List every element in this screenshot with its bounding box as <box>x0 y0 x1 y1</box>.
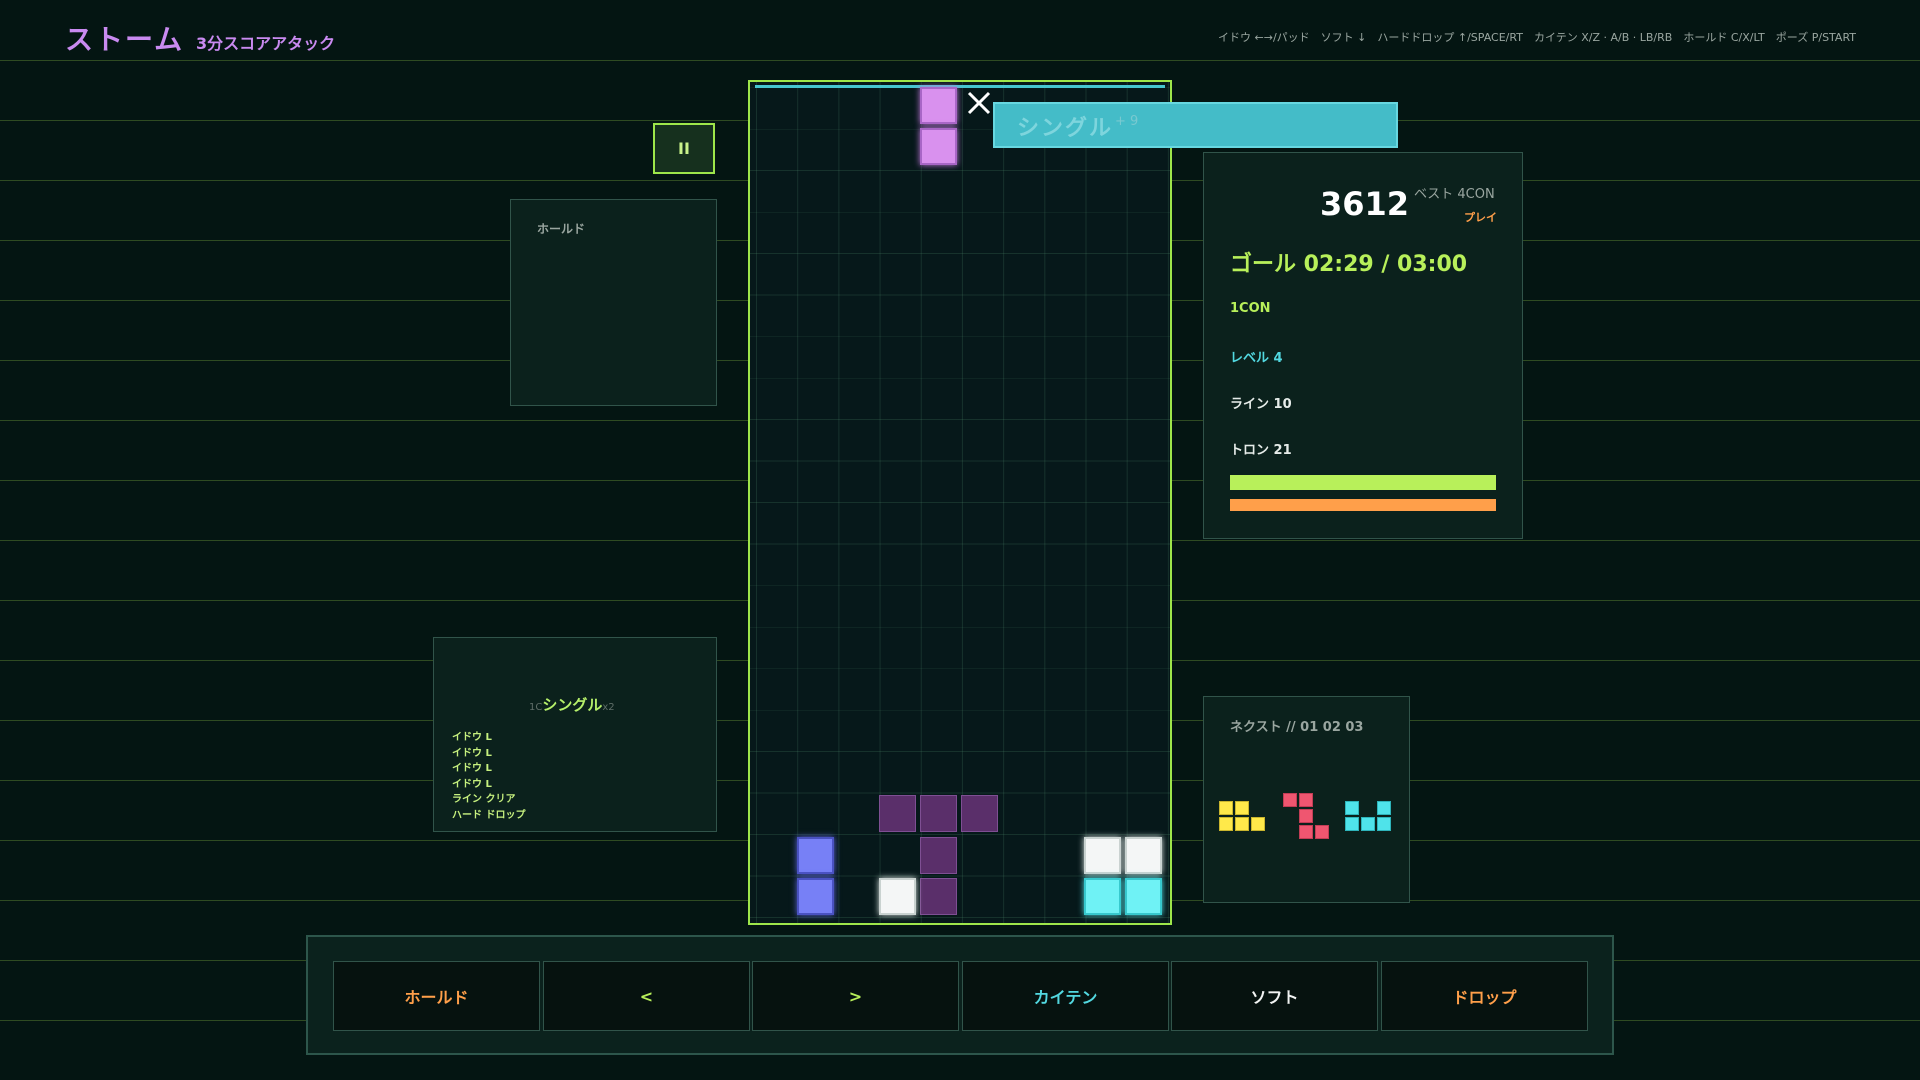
stats-panel: 3612 ベスト 4CON プレイ ゴール 02:29 / 03:00 1CON… <box>1203 152 1523 539</box>
controls-hint: イドウ ←→/パッド ソフト ↓ ハードドロップ ↑/SPACE/RT カイテン… <box>1218 31 1856 44</box>
stack-block <box>879 878 916 915</box>
hold-button[interactable]: ホールド <box>333 961 540 1031</box>
progress-bar-orange <box>1230 499 1496 511</box>
next-piece-3-block <box>1361 817 1375 831</box>
log-entry: イドウ L <box>452 778 492 790</box>
hold-panel: ホールド <box>510 199 717 406</box>
close-icon[interactable] <box>964 88 994 118</box>
play-status-label: プレイ <box>1464 211 1497 224</box>
tron-stat: トロン 21 <box>1230 443 1292 458</box>
banner-text: シングル <box>1017 116 1114 141</box>
log-entry: イドウ L <box>452 747 492 759</box>
next-panel: ネクスト // 01 02 03 <box>1203 696 1410 903</box>
next-piece-2-block <box>1299 793 1313 807</box>
move-left-button[interactable]: < <box>543 961 750 1031</box>
score-value: 3612 <box>1320 185 1410 223</box>
log-list: イドウ L イドウ L イドウ L イドウ L ライン クリア ハード ドロップ <box>452 730 525 823</box>
action-log-panel: 1Cシングルx2 イドウ L イドウ L イドウ L イドウ L ライン クリア… <box>433 637 717 832</box>
level-stat: レベル 4 <box>1230 351 1283 366</box>
next-piece-1-block <box>1251 817 1265 831</box>
next-piece-2-block <box>1283 793 1297 807</box>
next-piece-1-block <box>1235 817 1249 831</box>
log-combo-prefix: 1C <box>529 702 543 713</box>
next-piece-1-block <box>1235 801 1249 815</box>
stack-block <box>1125 837 1162 874</box>
playfield-top-indicator <box>755 85 1165 88</box>
log-combo-suffix: x2 <box>602 702 615 713</box>
log-entry: イドウ L <box>452 732 492 743</box>
hold-label: ホールド <box>537 222 586 236</box>
next-piece-1-block <box>1219 817 1233 831</box>
falling-block <box>920 128 957 165</box>
best-score: ベスト 4CON <box>1414 187 1495 202</box>
next-piece-2-block <box>1299 825 1313 839</box>
falling-block <box>920 87 957 124</box>
next-piece-3-block <box>1345 801 1359 815</box>
log-combo: 1Cシングルx2 <box>529 694 615 715</box>
log-entry: イドウ L <box>452 763 492 774</box>
stack-block <box>879 795 916 832</box>
next-piece-2-block <box>1315 825 1329 839</box>
lines-stat: ライン 10 <box>1230 397 1292 412</box>
hard-drop-button[interactable]: ドロップ <box>1381 961 1588 1031</box>
stack-block <box>1084 878 1121 915</box>
log-entry: ライン クリア <box>452 794 516 805</box>
move-right-button[interactable]: > <box>752 961 959 1031</box>
goal-timer: ゴール 02:29 / 03:00 <box>1230 252 1468 277</box>
next-piece-2-block <box>1299 809 1313 823</box>
next-label: ネクスト // 01 02 03 <box>1230 720 1364 735</box>
soft-drop-button[interactable]: ソフト <box>1171 961 1378 1031</box>
next-piece-3-block <box>1377 801 1391 815</box>
pause-button[interactable]: II <box>653 123 715 174</box>
next-piece-3-block <box>1345 817 1359 831</box>
line-clear-banner: シングル + 9 <box>993 102 1398 148</box>
stack-block <box>797 878 834 915</box>
progress-bar-green <box>1230 475 1496 490</box>
rotate-button[interactable]: カイテン <box>962 961 1169 1031</box>
next-piece-1-block <box>1219 801 1233 815</box>
stack-block <box>920 795 957 832</box>
game-title: ストーム <box>65 23 185 56</box>
stack-block <box>920 837 957 874</box>
next-piece-3-block <box>1377 817 1391 831</box>
log-clear-name: シングル <box>542 696 603 714</box>
game-mode-subtitle: 3分スコアアタック <box>196 34 336 53</box>
stack-block <box>1084 837 1121 874</box>
stack-block <box>961 795 998 832</box>
stack-block <box>1125 878 1162 915</box>
playfield <box>748 80 1172 925</box>
combo-stat: 1CON <box>1230 301 1271 316</box>
bg-line <box>0 60 1920 61</box>
stack-block <box>920 878 957 915</box>
banner-points: + 9 <box>1115 114 1139 129</box>
log-entry: ハード ドロップ <box>452 809 526 821</box>
touch-controls-bar: ホールド < > カイテン ソフト ドロップ <box>306 935 1614 1055</box>
stack-block <box>797 837 834 874</box>
